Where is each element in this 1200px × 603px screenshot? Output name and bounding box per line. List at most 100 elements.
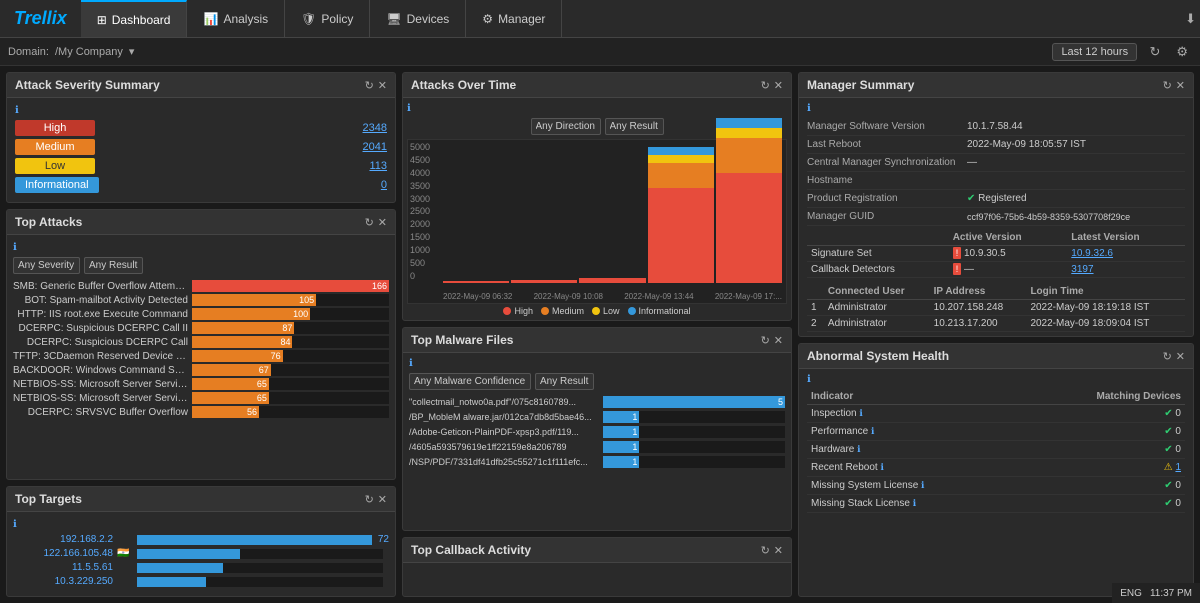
targets-refresh-icon[interactable]: ↻ [365, 493, 374, 506]
target-ip[interactable]: 122.166.105.48 [13, 548, 113, 559]
tab-dashboard[interactable]: ⊞ Dashboard [81, 0, 188, 37]
attack-bar: 84 [192, 336, 292, 348]
top-attacks-title: Top Attacks [15, 215, 82, 229]
cu-time: 2022-May-09 18:19:18 IST [1026, 300, 1185, 316]
health-indicator: Missing Stack License ℹ [807, 495, 1022, 513]
high-count[interactable]: 2348 [363, 122, 387, 134]
left-column: Attack Severity Summary ↻ ✕ ℹ High 2348 … [6, 72, 396, 597]
info-count[interactable]: 0 [381, 179, 387, 191]
time-range-select[interactable]: Last 12 hours Last 24 hours Last 7 days [1052, 43, 1137, 61]
manager-summary-controls: ↻ ✕ [1163, 79, 1185, 92]
table-row: Callback Detectors ! — 3197 [807, 262, 1185, 278]
tab-policy-label: Policy [321, 12, 353, 26]
malware-confidence-filter[interactable]: Any Malware Confidence [409, 373, 531, 390]
sig-latest-link[interactable]: 10.9.32.6 [1071, 248, 1113, 259]
tab-policy[interactable]: 🛡 Policy [285, 0, 370, 37]
tab-manager-label: Manager [498, 12, 545, 26]
indicator-missing-stack: Missing Stack License [811, 498, 910, 509]
health-indicator: Hardware ℹ [807, 441, 1022, 459]
aot-info-icon: ℹ [407, 103, 411, 114]
table-row: 2 Administrator 10.213.17.200 2022-May-0… [807, 316, 1185, 332]
health-devices: ✔ 0 [1022, 405, 1185, 423]
cb-latest-link[interactable]: 3197 [1071, 264, 1093, 275]
severity-close-icon[interactable]: ✕ [378, 79, 387, 92]
health-devices: ⚠ 1 [1022, 459, 1185, 477]
domain-bar: Domain: /My Company ▾ Last 12 hours Last… [0, 38, 1200, 66]
malware-count: 1 [632, 457, 637, 467]
callback-close-icon[interactable]: ✕ [774, 544, 783, 557]
indicator-missing-system: Missing System License [811, 480, 918, 491]
sig-warn-icon: ! [953, 247, 962, 259]
bar-segment-high [511, 280, 577, 283]
attacks-refresh-icon[interactable]: ↻ [365, 216, 374, 229]
bar-segment-low [648, 155, 714, 163]
attack-bar-container: 67 [192, 364, 389, 376]
callback-header: Top Callback Activity ↻ ✕ [403, 538, 791, 563]
y-label: 3500 [410, 181, 430, 191]
attack-severity-title: Attack Severity Summary [15, 78, 160, 92]
target-ip[interactable]: 11.5.5.61 [13, 562, 113, 573]
attacks-result-filter[interactable]: Any Result [84, 257, 143, 274]
connected-users-table: Connected User IP Address Login Time 1 A… [807, 284, 1185, 332]
low-count[interactable]: 113 [369, 160, 387, 172]
cu-num: 1 [807, 300, 824, 316]
health-close-icon[interactable]: ✕ [1176, 350, 1185, 363]
attacks-close-icon[interactable]: ✕ [378, 216, 387, 229]
legend-label-low: Low [603, 306, 620, 316]
attack-name: NETBIOS-SS: Microsoft Server Service ... [13, 379, 188, 390]
medium-count[interactable]: 2041 [363, 141, 387, 153]
table-row: /BP_MobleM alware.jar/012ca7db8d5bae46..… [409, 411, 785, 423]
manager-info-icon: ℹ [807, 103, 811, 114]
table-row: 1 Administrator 10.207.158.248 2022-May-… [807, 300, 1185, 316]
manager-label-registration: Product Registration [807, 193, 967, 204]
policy-icon: 🛡 [301, 12, 316, 26]
targets-close-icon[interactable]: ✕ [378, 493, 387, 506]
attack-bar: 76 [192, 350, 283, 362]
time-label: 2022-May-09 06:32 [443, 292, 512, 301]
malware-header: Top Malware Files ↻ ✕ [403, 328, 791, 353]
attacks-severity-filter[interactable]: Any Severity [13, 257, 80, 274]
health-warn-count[interactable]: 1 [1175, 462, 1181, 473]
tab-dashboard-label: Dashboard [112, 13, 171, 27]
table-row: /4605a593579619e1ff22159e8a206789 1 [409, 441, 785, 453]
aot-refresh-icon[interactable]: ↻ [761, 79, 770, 92]
target-count[interactable]: 72 [378, 534, 389, 545]
legend-dot-high [503, 307, 511, 315]
target-ip[interactable]: 192.168.2.2 [13, 534, 113, 545]
domain-chevron-icon[interactable]: ▾ [129, 45, 135, 58]
malware-bar: 1 [603, 426, 639, 438]
indicator-recent-reboot: Recent Reboot [811, 462, 878, 473]
sig-latest: 10.9.32.6 [1067, 246, 1185, 262]
callback-body [403, 563, 791, 575]
attack-count: 87 [282, 323, 292, 333]
malware-refresh-icon[interactable]: ↻ [761, 334, 770, 347]
table-row: DCERPC: Suspicious DCERPC Call II 87 [13, 322, 389, 334]
settings-icon[interactable]: ⚙ [1172, 42, 1192, 62]
target-ip[interactable]: 10.3.229.250 [13, 576, 113, 587]
health-refresh-icon[interactable]: ↻ [1163, 350, 1172, 363]
aot-direction-filter[interactable]: Any Direction [531, 118, 601, 135]
malware-close-icon[interactable]: ✕ [774, 334, 783, 347]
legend-dot-info [628, 307, 636, 315]
time-label: 2022-May-09 10:08 [534, 292, 603, 301]
attack-bar-container: 84 [192, 336, 389, 348]
devices-icon: 🖥 [386, 12, 401, 26]
callback-refresh-icon[interactable]: ↻ [761, 544, 770, 557]
table-row: Missing System License ℹ ✔ 0 [807, 477, 1185, 495]
severity-refresh-icon[interactable]: ↻ [365, 79, 374, 92]
tab-manager[interactable]: ⚙ Manager [466, 0, 562, 37]
cu-user: Administrator [824, 316, 930, 332]
sig-label: Callback Detectors [807, 262, 949, 278]
manager-close-icon[interactable]: ✕ [1176, 79, 1185, 92]
tab-devices[interactable]: 🖥 Devices [370, 0, 466, 37]
chart-y-labels: 5000 4500 4000 3500 3000 2500 2000 1500 … [408, 140, 432, 283]
tab-analysis[interactable]: 📊 Analysis [187, 0, 285, 37]
aot-close-icon[interactable]: ✕ [774, 79, 783, 92]
attacks-over-time-panel: Attacks Over Time ↻ ✕ ℹ Any Direction An… [402, 72, 792, 321]
aot-result-filter[interactable]: Any Result [605, 118, 664, 135]
refresh-icon[interactable]: ↻ [1145, 42, 1164, 62]
manager-refresh-icon[interactable]: ↻ [1163, 79, 1172, 92]
severity-row-low: Low 113 [15, 158, 387, 174]
malware-result-filter[interactable]: Any Result [535, 373, 594, 390]
download-button[interactable]: ⬇ [1181, 9, 1200, 29]
